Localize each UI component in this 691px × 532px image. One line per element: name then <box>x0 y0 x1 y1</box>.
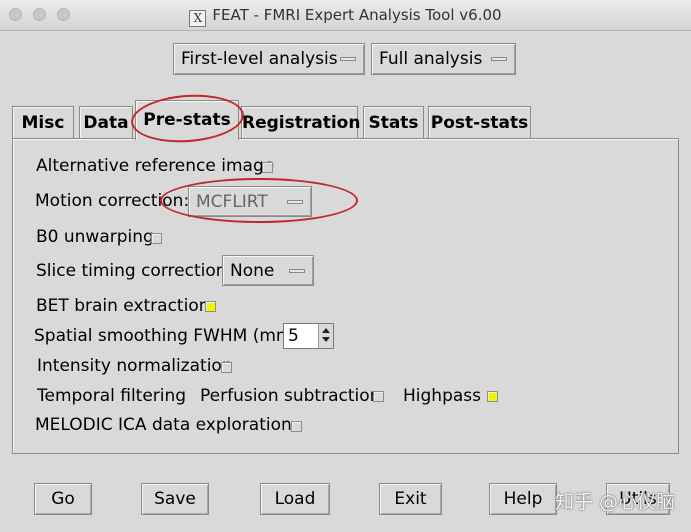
window-title: FEAT - FMRI Expert Analysis Tool v6.00 <box>212 6 502 24</box>
bet-label: BET brain extraction <box>36 296 210 316</box>
smoothing-value: 5 <box>288 326 299 346</box>
slice-timing-menu[interactable]: None <box>222 255 314 286</box>
title-bar: X FEAT - FMRI Expert Analysis Tool v6.00 <box>0 0 691 31</box>
analysis-type-menu[interactable]: Full analysis <box>371 43 516 75</box>
watermark: 知乎 @心仪脑 <box>555 491 676 513</box>
analysis-level-menu[interactable]: First-level analysis <box>173 43 365 75</box>
highpass-checkbox[interactable] <box>487 391 498 402</box>
exit-button-label: Exit <box>394 489 427 509</box>
menu-indicator-icon <box>289 269 305 273</box>
help-button[interactable]: Help <box>489 483 557 515</box>
melodic-checkbox[interactable] <box>291 421 302 432</box>
tab-misc-label: Misc <box>21 113 65 133</box>
melodic-label: MELODIC ICA data exploration <box>35 415 292 435</box>
tab-poststats[interactable]: Post-stats <box>428 106 531 138</box>
menu-indicator-icon <box>287 200 303 204</box>
tab-poststats-label: Post-stats <box>430 113 529 133</box>
help-button-label: Help <box>503 489 543 509</box>
highpass-label: Highpass <box>403 386 481 406</box>
spin-up-down-icon <box>322 328 330 342</box>
tab-stats[interactable]: Stats <box>363 106 424 138</box>
analysis-level-value: First-level analysis <box>181 49 338 69</box>
exit-button[interactable]: Exit <box>379 483 442 515</box>
motion-correction-value: MCFLIRT <box>196 192 268 212</box>
slice-timing-label: Slice timing correction: <box>36 261 233 281</box>
perfusion-label: Perfusion subtraction <box>200 386 381 406</box>
go-button[interactable]: Go <box>34 483 92 515</box>
smoothing-spinbox[interactable]: 5 <box>283 323 334 349</box>
tab-registration[interactable]: Registration <box>241 106 361 138</box>
tab-data[interactable]: Data <box>79 106 133 138</box>
intensity-checkbox[interactable] <box>221 362 232 373</box>
go-button-label: Go <box>51 489 75 509</box>
analysis-type-value: Full analysis <box>379 49 483 69</box>
temporal-filtering-label: Temporal filtering <box>37 386 187 406</box>
tab-prestats[interactable]: Pre-stats <box>135 100 239 140</box>
load-button-label: Load <box>274 489 316 509</box>
intensity-label: Intensity normalization <box>37 356 233 376</box>
tab-registration-label: Registration <box>242 113 361 133</box>
tab-data-label: Data <box>83 113 129 133</box>
load-button[interactable]: Load <box>260 483 330 515</box>
motion-correction-menu[interactable]: MCFLIRT <box>188 186 312 217</box>
spin-arrows[interactable] <box>318 324 333 348</box>
menu-indicator-icon <box>340 57 356 61</box>
menu-indicator-icon <box>491 57 507 61</box>
alt-ref-checkbox[interactable] <box>262 162 273 173</box>
save-button-label: Save <box>154 489 196 509</box>
tab-stats-label: Stats <box>368 113 419 133</box>
b0-unwarping-label: B0 unwarping <box>36 227 154 247</box>
tab-misc[interactable]: Misc <box>12 106 74 138</box>
tab-prestats-label: Pre-stats <box>143 110 231 130</box>
save-button[interactable]: Save <box>141 483 209 515</box>
window-title-wrap: X FEAT - FMRI Expert Analysis Tool v6.00 <box>0 6 691 27</box>
b0-unwarping-checkbox[interactable] <box>151 233 162 244</box>
smoothing-label: Spatial smoothing FWHM (mm) <box>34 326 300 346</box>
slice-timing-value: None <box>230 261 275 281</box>
x11-app-icon: X <box>189 10 207 27</box>
alt-ref-label: Alternative reference image <box>36 156 275 176</box>
bet-checkbox[interactable] <box>205 301 216 312</box>
perfusion-checkbox[interactable] <box>373 391 384 402</box>
motion-correction-label: Motion correction: <box>35 191 190 211</box>
